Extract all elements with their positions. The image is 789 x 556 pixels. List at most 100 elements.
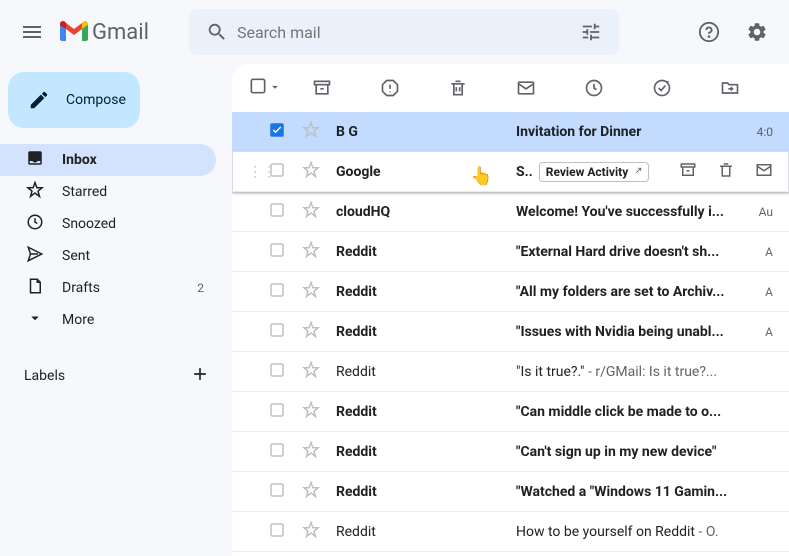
select-dropdown[interactable] bbox=[268, 79, 282, 98]
star-button[interactable] bbox=[302, 521, 322, 543]
logo-text: Gmail bbox=[92, 20, 149, 45]
email-row[interactable]: ⋮⋮ Reddit How to be yourself on Reddit -… bbox=[232, 512, 789, 552]
add-task-button[interactable] bbox=[642, 68, 682, 108]
email-row[interactable]: ⋮⋮ Reddit "Can middle click be made to o… bbox=[232, 392, 789, 432]
star-button[interactable] bbox=[302, 121, 322, 143]
labels-header: Labels bbox=[24, 368, 65, 384]
email-sender: Reddit bbox=[336, 364, 516, 380]
row-checkbox[interactable] bbox=[268, 521, 288, 543]
star-button[interactable] bbox=[302, 281, 322, 303]
email-row[interactable]: ⋮⋮ cloudHQ Welcome! You've successfully … bbox=[232, 192, 789, 232]
star-icon bbox=[302, 321, 320, 339]
help-icon bbox=[698, 21, 720, 43]
email-subject: "Watched a "Windows 11 Gamin... bbox=[516, 484, 761, 500]
star-button[interactable] bbox=[302, 361, 322, 383]
row-checkbox[interactable] bbox=[268, 281, 288, 303]
star-button[interactable] bbox=[302, 161, 322, 183]
sidebar-item-more[interactable]: More bbox=[0, 304, 216, 336]
archive-button[interactable] bbox=[302, 68, 342, 108]
sidebar-item-drafts[interactable]: Drafts 2 bbox=[0, 272, 216, 304]
support-button[interactable] bbox=[689, 12, 729, 52]
labels-button[interactable] bbox=[778, 68, 789, 108]
email-time: A bbox=[765, 285, 773, 299]
star-icon bbox=[302, 281, 320, 299]
email-row[interactable]: ⋮⋮ B G Invitation for Dinner 4:0 bbox=[232, 112, 789, 152]
email-row[interactable]: ⋮⋮ Reddit "Can't sign up in my new devic… bbox=[232, 432, 789, 472]
row-checkbox[interactable] bbox=[268, 201, 288, 223]
email-sender: Reddit bbox=[336, 244, 516, 260]
row-checkbox[interactable] bbox=[268, 241, 288, 263]
drafts-icon bbox=[26, 277, 44, 299]
star-button[interactable] bbox=[302, 201, 322, 223]
mark-unread-button[interactable] bbox=[506, 68, 546, 108]
email-row[interactable]: ⋮⋮ Reddit "Is it true?." - r/GMail: Is i… bbox=[232, 352, 789, 392]
email-row[interactable]: ⋮⋮ Reddit "External Hard drive doesn't s… bbox=[232, 232, 789, 272]
search-input[interactable] bbox=[237, 23, 571, 42]
star-icon bbox=[302, 241, 320, 259]
gmail-icon bbox=[60, 21, 88, 43]
delete-button[interactable] bbox=[438, 68, 478, 108]
row-checkbox[interactable] bbox=[268, 161, 288, 183]
star-icon bbox=[302, 521, 320, 539]
main-menu-button[interactable] bbox=[8, 8, 56, 56]
spam-icon bbox=[380, 78, 400, 98]
email-subject: "Can middle click be made to o... bbox=[516, 404, 761, 420]
row-checkbox[interactable] bbox=[268, 401, 288, 423]
email-row[interactable]: ⋮⋮ Google S..Review Activity bbox=[232, 152, 789, 192]
compose-label: Compose bbox=[66, 92, 126, 108]
email-sender: cloudHQ bbox=[336, 204, 516, 220]
drag-handle-icon[interactable]: ⋮⋮ bbox=[248, 164, 268, 180]
email-row[interactable]: ⋮⋮ Reddit "Issues with Nvidia being unab… bbox=[232, 312, 789, 352]
row-checkbox[interactable] bbox=[268, 361, 288, 383]
star-button[interactable] bbox=[302, 441, 322, 463]
search-bar[interactable] bbox=[189, 9, 619, 55]
email-subject: Welcome! You've successfully i... bbox=[516, 204, 747, 220]
email-time: A bbox=[765, 325, 773, 339]
email-sender: Reddit bbox=[336, 324, 516, 340]
email-subject: "Can't sign up in my new device" bbox=[516, 444, 761, 460]
gmail-logo[interactable]: Gmail bbox=[60, 20, 149, 45]
email-row[interactable]: ⋮⋮ Reddit "All my folders are set to Arc… bbox=[232, 272, 789, 312]
sidebar-item-inbox[interactable]: Inbox bbox=[0, 144, 216, 176]
star-button[interactable] bbox=[302, 321, 322, 343]
email-time: A bbox=[765, 245, 773, 259]
row-checkbox[interactable] bbox=[268, 481, 288, 503]
star-button[interactable] bbox=[302, 401, 322, 423]
report-spam-button[interactable] bbox=[370, 68, 410, 108]
nav-count: 2 bbox=[197, 281, 204, 295]
select-all-checkbox[interactable] bbox=[248, 76, 268, 100]
email-sender: B G bbox=[336, 124, 516, 140]
sidebar: Compose InboxStarredSnoozedSent Drafts 2 Mo… bbox=[0, 64, 232, 556]
star-button[interactable] bbox=[302, 481, 322, 503]
sidebar-item-starred[interactable]: Starred bbox=[0, 176, 216, 208]
sidebar-item-snoozed[interactable]: Snoozed bbox=[0, 208, 216, 240]
email-time: 4:0 bbox=[757, 125, 773, 139]
mail-icon bbox=[516, 78, 536, 98]
sidebar-item-sent[interactable]: Sent bbox=[0, 240, 216, 272]
trash-icon bbox=[448, 78, 468, 98]
email-subject: "Is it true?." - r/GMail: Is it true?... bbox=[516, 364, 761, 380]
star-icon bbox=[302, 441, 320, 459]
row-checkbox[interactable] bbox=[268, 121, 288, 143]
row-checkbox[interactable] bbox=[268, 321, 288, 343]
review-chip[interactable]: Review Activity bbox=[539, 162, 650, 182]
row-delete[interactable] bbox=[717, 161, 735, 183]
nav-label: Drafts bbox=[62, 280, 100, 296]
move-to-button[interactable] bbox=[710, 68, 750, 108]
email-row[interactable]: ⋮⋮ Reddit "Watched a "Windows 11 Gamin..… bbox=[232, 472, 789, 512]
gear-icon bbox=[746, 21, 768, 43]
row-mark-unread[interactable] bbox=[755, 161, 773, 183]
cursor-pointer: 👆 bbox=[470, 166, 492, 187]
compose-button[interactable]: Compose bbox=[8, 72, 140, 128]
star-icon bbox=[302, 121, 320, 139]
settings-button[interactable] bbox=[737, 12, 777, 52]
clock-icon bbox=[584, 78, 604, 98]
row-archive[interactable] bbox=[679, 161, 697, 183]
snooze-button[interactable] bbox=[574, 68, 614, 108]
star-button[interactable] bbox=[302, 241, 322, 263]
add-label-button[interactable] bbox=[190, 364, 210, 388]
row-checkbox[interactable] bbox=[268, 441, 288, 463]
pencil-icon bbox=[28, 89, 50, 111]
search-options-button[interactable] bbox=[571, 12, 611, 52]
email-subject: "Issues with Nvidia being unabl... bbox=[516, 324, 753, 340]
